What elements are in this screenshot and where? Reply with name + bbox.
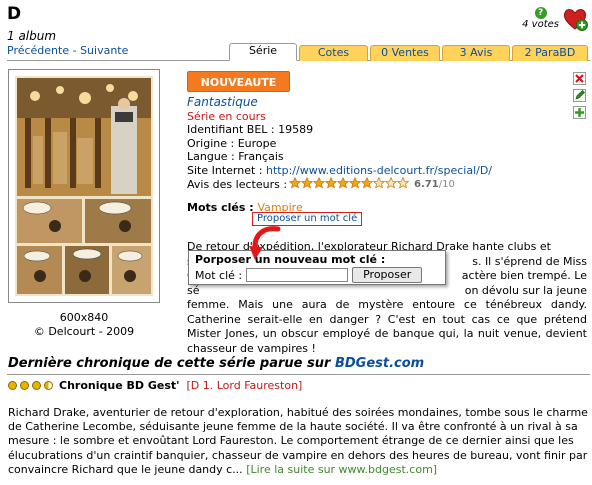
cover-artwork (15, 76, 153, 296)
star-icon (300, 176, 314, 189)
description-line-4: sé on dévolu sur la jeune (187, 284, 587, 299)
language-row: Langue : Français (187, 150, 492, 164)
chronicle-name: Chronique BD Gest' (59, 379, 180, 392)
heart-add-icon[interactable] (562, 6, 588, 35)
website-label: Site Internet : (187, 163, 266, 177)
language-label: Langue : (187, 150, 239, 163)
add-icon[interactable] (573, 106, 586, 119)
propose-keyword-popup: Porposer un nouveau mot clé : Mot clé : … (188, 250, 446, 285)
description-rest: femme. Mais une aura de mystère entoure … (187, 298, 587, 355)
star-icon (336, 176, 350, 189)
chronicle-header: Chronique BD Gest' [D 1. Lord Faureston] (8, 379, 302, 392)
edit-icon[interactable] (573, 89, 586, 102)
series-status: Série en cours (187, 109, 266, 123)
votes-count: 4 votes (522, 19, 559, 30)
star-icon (312, 176, 326, 189)
chronicle-text: Richard Drake, aventurier de retour d'ex… (8, 406, 588, 477)
star-icon (324, 176, 338, 189)
description-line-4-end: on dévolu sur la jeune (464, 283, 587, 297)
website-link[interactable]: http://www.editions-delcourt.fr/special/… (266, 164, 492, 177)
origin-label: Origine : (187, 136, 238, 150)
rating-dot-icon (20, 381, 29, 390)
star-icon (384, 176, 398, 189)
bel-id-value: 19589 (278, 123, 314, 136)
tab-parabd[interactable]: 2 ParaBD (512, 45, 588, 61)
nav-separator: - (69, 44, 81, 57)
propose-button[interactable]: Proposer (352, 267, 423, 283)
star-icon (396, 176, 410, 189)
chronicle-section-title: Dernière chronique de cette série parue … (8, 356, 424, 371)
keywords-label: Mots clés : (187, 201, 258, 214)
next-link[interactable]: Suivante (80, 44, 128, 57)
website-row: Site Internet : http://www.editions-delc… (187, 164, 492, 178)
previous-link[interactable]: Précédente (7, 44, 69, 57)
rating-value: 6.71 (414, 179, 439, 190)
popup-form-row: Mot clé : Proposer (195, 267, 439, 283)
rating-dot-icon (32, 381, 41, 390)
delete-icon[interactable] (573, 72, 586, 85)
cover-image[interactable] (8, 69, 160, 303)
star-icon (348, 176, 362, 189)
star-icon (372, 176, 386, 189)
tab-ventes[interactable]: 0 Ventes (370, 45, 440, 61)
chronicle-album[interactable]: [D 1. Lord Faureston] (187, 379, 303, 392)
tab-cotes[interactable]: Cotes (299, 45, 368, 61)
popup-title: Porposer un nouveau mot clé : (195, 253, 386, 266)
star-icon (288, 176, 302, 189)
star-icon (360, 176, 374, 189)
genre: Fantastique (187, 95, 258, 109)
origin-row: Origine : Europe (187, 137, 492, 151)
rating-half-dot-icon (44, 381, 53, 390)
bel-id-label: Identifiant BEL : (187, 123, 279, 136)
chronicle-divider (7, 374, 590, 375)
cover-size: 600x840 (59, 311, 109, 324)
description-line-4-start: sé (187, 283, 200, 297)
origin-value: Europe (237, 136, 277, 150)
keyword-field-label: Mot clé : (195, 268, 243, 282)
rating-dot-icon (8, 381, 17, 390)
tab-bar: Série Cotes 0 Ventes 3 Avis 2 ParaBD (227, 43, 590, 61)
series-info: Fantastique Série en cours Identifiant B… (187, 95, 492, 193)
new-release-badge[interactable]: NOUVEAUTE (187, 71, 290, 92)
votes-area: ? 4 votes (522, 7, 559, 30)
prev-next-nav: Précédente - Suivante (7, 44, 128, 57)
cover-meta: 600x840 © Delcourt - 2009 (8, 311, 160, 339)
propose-keyword-link[interactable]: Proposer un mot clé (252, 212, 363, 226)
rating-score: 6.71/10 (414, 178, 455, 192)
rating-max: /10 (438, 179, 455, 190)
cover-copyright: © Delcourt - 2009 (33, 325, 135, 338)
language-value: Français (238, 150, 284, 163)
chronicle-site-link[interactable]: BDGest.com (335, 356, 424, 371)
series-title: D (7, 4, 22, 24)
reader-rating-label: Avis des lecteurs : (187, 178, 288, 191)
description-line-2-end: s. Il s'éprend de Miss (472, 254, 587, 268)
help-icon[interactable]: ? (534, 7, 547, 19)
album-count: 1 album (7, 29, 57, 43)
reader-rating-row: Avis des lecteurs : 6.71/10 (187, 176, 492, 193)
tab-avis[interactable]: 3 Avis (442, 45, 510, 61)
description-line-3-end: actère bien trempé. Le (461, 269, 587, 282)
read-more-link[interactable]: [Lire la suite sur www.bdgest.com] (246, 463, 437, 476)
bel-id-row: Identifiant BEL : 19589 (187, 123, 492, 137)
chronicle-title-prefix: Dernière chronique de cette série parue … (8, 356, 335, 371)
red-arrow-icon (247, 225, 287, 268)
rating-stars (288, 176, 410, 193)
keyword-input[interactable] (246, 268, 349, 282)
tab-serie[interactable]: Série (229, 43, 297, 61)
